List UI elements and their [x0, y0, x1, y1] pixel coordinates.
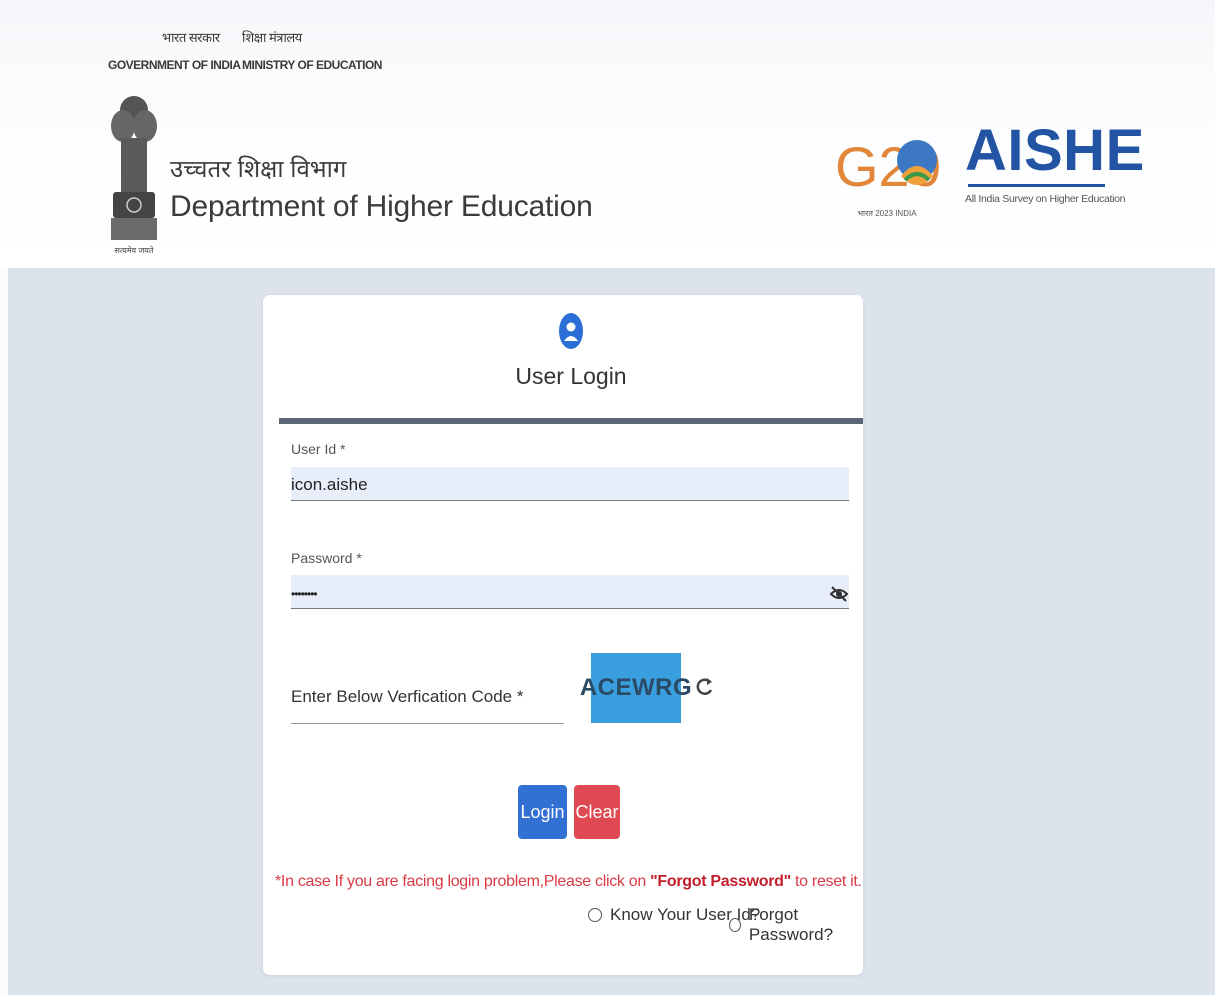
- national-emblem-icon: सत्यमेव जयते: [111, 96, 157, 255]
- notice-prefix: *In case If you are facing login problem…: [275, 873, 651, 890]
- aishe-subtitle: All India Survey on Higher Education: [965, 193, 1126, 205]
- g20-logo-icon: G20 भारत 2023 INDIA: [835, 135, 940, 218]
- site-header: भारत सरकार GOVERNMENT OF INDIA शिक्षा मं…: [0, 0, 1215, 268]
- ministry-label: शिक्षा मंत्रालय MINISTRY OF EDUCATION: [242, 28, 382, 72]
- gov-english: GOVERNMENT OF INDIA: [108, 58, 241, 72]
- aishe-rule: [968, 184, 1105, 187]
- captcha-image: ACEWRG: [580, 653, 692, 723]
- ministry-hindi: शिक्षा मंत्रालय: [242, 30, 302, 45]
- login-button[interactable]: Login: [518, 785, 567, 839]
- forgot-password-label: Forgot Password?: [748, 905, 834, 944]
- know-user-id-radio[interactable]: [588, 908, 602, 922]
- aishe-logo: AISHE All India Survey on Higher Educati…: [965, 118, 1145, 206]
- g20-subtext: भारत 2023 INDIA: [857, 209, 917, 218]
- dept-name-hindi: उच्चतर शिक्षा विभाग: [170, 156, 347, 183]
- user-id-field[interactable]: icon.aishe: [291, 467, 849, 501]
- clear-button[interactable]: Clear: [574, 785, 620, 839]
- ministry-english: MINISTRY OF EDUCATION: [242, 58, 382, 72]
- user-icon: [559, 313, 583, 349]
- login-notice: *In case If you are facing login problem…: [275, 873, 862, 891]
- government-label: भारत सरकार GOVERNMENT OF INDIA: [108, 28, 241, 72]
- login-title: User Login: [515, 363, 627, 389]
- notice-suffix: to reset it.: [790, 873, 862, 890]
- forgot-password-option[interactable]: Forgot Password?: [729, 905, 863, 945]
- eye-slash-icon[interactable]: [829, 584, 849, 604]
- aishe-title: AISHE: [965, 118, 1145, 183]
- gov-hindi: भारत सरकार: [162, 30, 220, 45]
- captcha-code: ACEWRG: [579, 674, 693, 701]
- login-card: User Login User Id * icon.aishe Password…: [263, 295, 863, 975]
- refresh-icon[interactable]: [695, 675, 715, 699]
- password-field[interactable]: ••••••••: [291, 575, 849, 609]
- notice-link: "Forgot Password": [650, 873, 791, 890]
- forgot-password-radio[interactable]: [729, 918, 741, 932]
- password-value: ••••••••: [291, 587, 318, 601]
- captcha-label: Enter Below Verfication Code *: [291, 687, 524, 706]
- password-label: Password *: [291, 550, 362, 566]
- emblem-motto: सत्यमेव जयते: [115, 245, 154, 255]
- title-divider: [279, 418, 863, 424]
- user-id-label: User Id *: [291, 441, 346, 457]
- captcha-input[interactable]: [291, 723, 564, 724]
- dept-name-english: Department of Higher Education: [170, 190, 593, 223]
- user-id-value: icon.aishe: [291, 475, 368, 494]
